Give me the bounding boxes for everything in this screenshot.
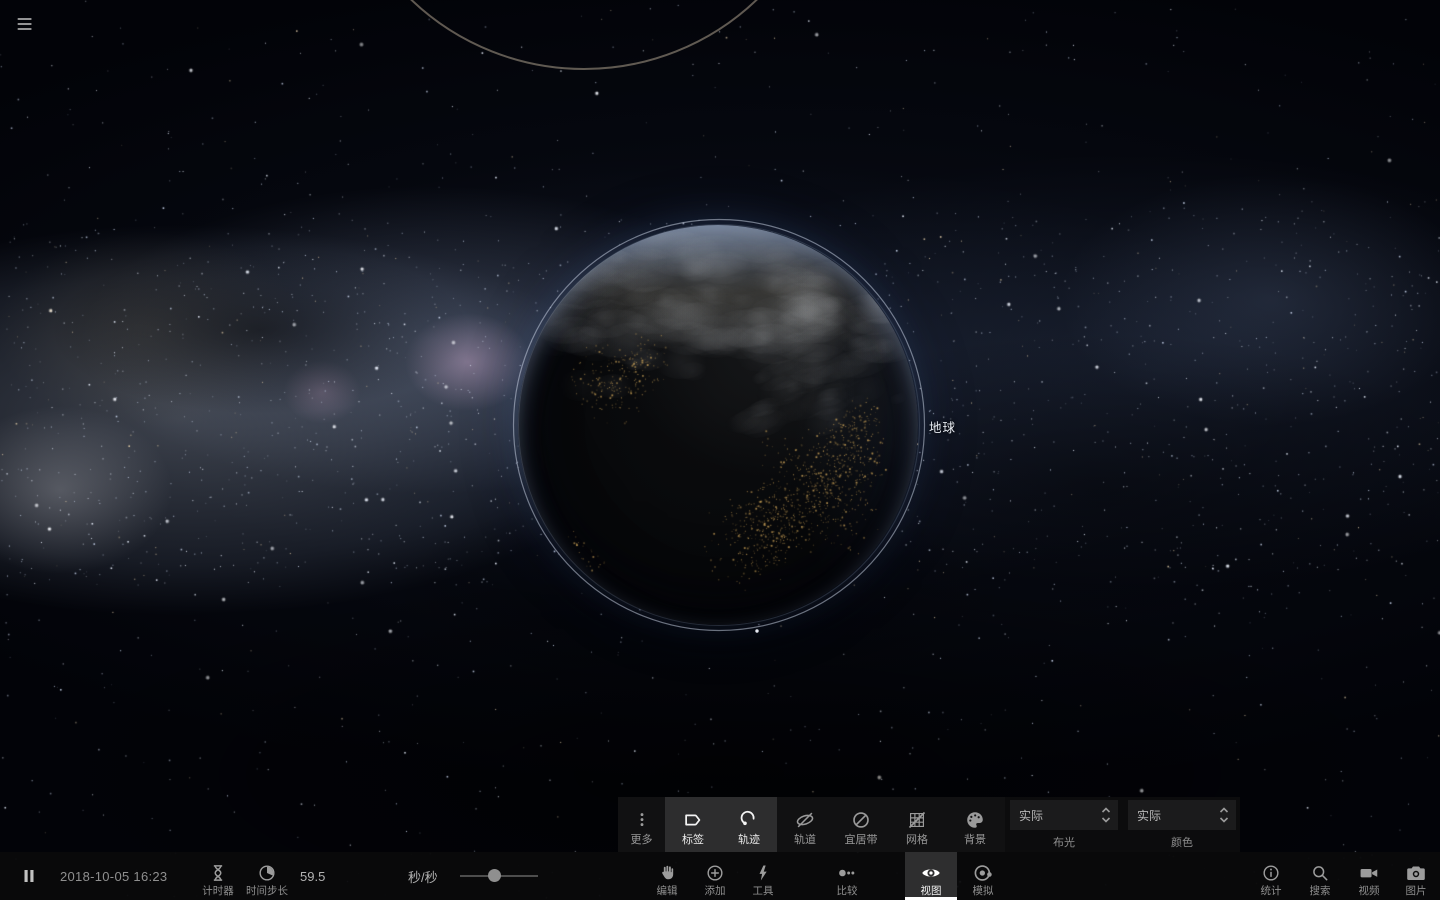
toggle-label: 轨迹 bbox=[738, 834, 760, 846]
pause-icon bbox=[24, 870, 34, 882]
more-button[interactable]: 更多 bbox=[618, 797, 665, 852]
app-screen: { "scene": { "body_label": "地球" }, "view… bbox=[0, 0, 1440, 900]
photo-button[interactable]: 图片 bbox=[1392, 852, 1440, 900]
selection-ring bbox=[512, 218, 926, 632]
sim-datetime: 2018-10-05 16:23 bbox=[60, 868, 168, 884]
color-select[interactable]: 实际 bbox=[1128, 800, 1236, 830]
tag-icon bbox=[682, 808, 704, 832]
toggle-habitable-button[interactable]: 宜居带 bbox=[833, 797, 889, 852]
spinner-chevrons-icon bbox=[1100, 804, 1112, 826]
timestep-clock-icon bbox=[257, 862, 277, 884]
stats-button[interactable]: 统计 bbox=[1247, 852, 1295, 900]
timer-button[interactable]: 计时器 bbox=[194, 852, 242, 900]
pause-button[interactable] bbox=[12, 852, 46, 900]
add-circle-icon bbox=[705, 862, 725, 884]
moon-orbit-arc bbox=[410, 0, 758, 70]
view-options-panel: 更多 标签 轨迹 轨道 宜居带 网格 背景 实际 布光 实际 颜色 bbox=[618, 797, 1240, 852]
timestep-button[interactable]: 时间步长 bbox=[240, 852, 294, 900]
lighting-label: 布光 bbox=[1053, 837, 1075, 849]
view-tab-label: 视图 bbox=[920, 884, 942, 897]
stats-label: 统计 bbox=[1260, 884, 1282, 897]
tools-tab-label: 工具 bbox=[752, 884, 774, 897]
hourglass-icon bbox=[208, 862, 228, 884]
add-tab-label: 添加 bbox=[704, 884, 726, 897]
toggle-label: 宜居带 bbox=[844, 834, 878, 846]
selection-ring-inner bbox=[518, 224, 920, 626]
lighting-select-value: 实际 bbox=[1019, 808, 1044, 823]
grid-off-icon bbox=[906, 808, 928, 832]
view-dropdown-section: 实际 布光 实际 颜色 bbox=[1005, 797, 1240, 852]
scene-overlays bbox=[410, 0, 926, 633]
photo-label: 图片 bbox=[1405, 884, 1427, 897]
video-camera-icon bbox=[1358, 862, 1380, 884]
sim-tab-label: 模拟 bbox=[972, 884, 994, 897]
toggle-label: 轨道 bbox=[794, 834, 816, 846]
timestep-slider-thumb[interactable] bbox=[487, 869, 501, 882]
search-icon bbox=[1310, 862, 1330, 884]
timestep-slider[interactable] bbox=[460, 852, 538, 900]
timestep-unit: 秒/秒 bbox=[408, 869, 438, 885]
hand-icon bbox=[657, 862, 677, 884]
compare-tab-button[interactable]: 比较 bbox=[821, 852, 873, 900]
spinner-chevrons-icon bbox=[1218, 804, 1230, 826]
palette-icon bbox=[964, 808, 986, 832]
lighting-select[interactable]: 实际 bbox=[1010, 800, 1118, 830]
sim-orbit-icon bbox=[972, 862, 994, 884]
moon-marker-dot bbox=[755, 629, 759, 633]
edit-tab-label: 编辑 bbox=[656, 884, 678, 897]
orbit-off-icon bbox=[794, 808, 816, 832]
timestep-value[interactable]: 59.5 bbox=[300, 852, 325, 900]
toggle-label: 背景 bbox=[964, 834, 986, 846]
eye-icon bbox=[920, 862, 942, 884]
toggle-orbits-button[interactable]: 轨道 bbox=[777, 797, 833, 852]
info-icon bbox=[1261, 862, 1281, 884]
more-label: 更多 bbox=[630, 834, 653, 846]
video-button[interactable]: 视频 bbox=[1345, 852, 1393, 900]
timer-label: 计时器 bbox=[202, 884, 234, 897]
search-button[interactable]: 搜索 bbox=[1296, 852, 1344, 900]
toggle-background-button[interactable]: 背景 bbox=[945, 797, 1005, 852]
video-label: 视频 bbox=[1358, 884, 1380, 897]
search-label: 搜索 bbox=[1309, 884, 1331, 897]
toggle-labels-button[interactable]: 标签 bbox=[665, 797, 721, 852]
toggle-trails-button[interactable]: 轨迹 bbox=[721, 797, 777, 852]
edit-tab-button[interactable]: 编辑 bbox=[643, 852, 691, 900]
toggle-label: 标签 bbox=[682, 834, 704, 846]
habitable-zone-off-icon bbox=[850, 808, 872, 832]
lightning-icon bbox=[753, 862, 773, 884]
toggle-grid-button[interactable]: 网格 bbox=[889, 797, 945, 852]
trail-icon bbox=[738, 808, 760, 832]
hamburger-icon bbox=[17, 18, 32, 30]
hamburger-menu-button[interactable] bbox=[12, 12, 38, 36]
compare-tab-label: 比较 bbox=[836, 884, 858, 897]
view-tab-button[interactable]: 视图 bbox=[905, 852, 957, 900]
compare-dots-icon bbox=[836, 862, 858, 884]
color-select-value: 实际 bbox=[1137, 808, 1162, 823]
toggle-label: 网格 bbox=[906, 834, 928, 846]
more-dots-icon bbox=[632, 808, 652, 832]
add-tab-button[interactable]: 添加 bbox=[691, 852, 739, 900]
tools-tab-button[interactable]: 工具 bbox=[739, 852, 787, 900]
photo-camera-icon bbox=[1405, 862, 1427, 884]
color-label: 颜色 bbox=[1171, 837, 1193, 849]
timestep-label: 时间步长 bbox=[246, 884, 288, 897]
planet-label[interactable]: 地球 bbox=[929, 417, 956, 436]
sim-tab-button[interactable]: 模拟 bbox=[957, 852, 1009, 900]
bottom-toolbar: 2018-10-05 16:23 计时器 时间步长 59.5 秒/秒 编辑 添加… bbox=[0, 852, 1440, 900]
